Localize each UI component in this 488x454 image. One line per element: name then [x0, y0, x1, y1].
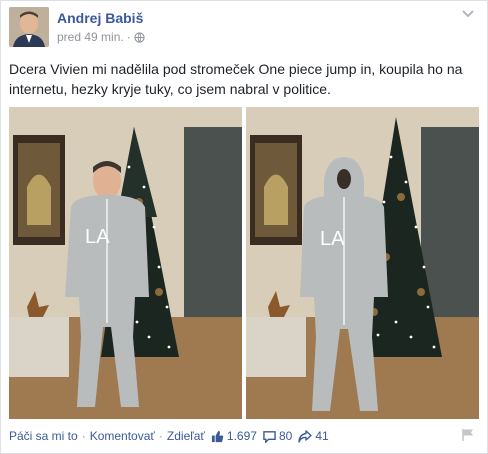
garment-logo-left: LA	[85, 226, 110, 248]
photo-left[interactable]: LA	[9, 107, 242, 419]
post-header: Andrej Babiš pred 49 min. ·	[9, 7, 479, 51]
garment-logo-right: LA	[320, 228, 345, 250]
author-name[interactable]: Andrej Babiš	[57, 10, 143, 26]
post-card: Andrej Babiš pred 49 min. · Dcera Vivien…	[0, 0, 488, 454]
photo-right[interactable]: LA	[246, 107, 479, 419]
meta-separator: ·	[126, 30, 131, 44]
comment-button[interactable]: Komentovať	[90, 429, 155, 443]
comments-count-value: 80	[278, 429, 293, 443]
shares-count[interactable]: 41	[298, 429, 329, 443]
thumbs-up-icon	[211, 430, 224, 442]
photo-grid: LA LA	[9, 107, 479, 419]
likes-count-value: 1.697	[226, 429, 257, 443]
action-separator: ·	[158, 429, 163, 443]
photo-right-image: LA	[246, 107, 479, 419]
post-timestamp[interactable]: pred 49 min.	[57, 30, 124, 44]
comments-count[interactable]: 80	[263, 429, 292, 443]
avatar-image	[9, 7, 49, 47]
shares-count-value: 41	[315, 429, 329, 443]
post-text: Dcera Vivien mi nadělila pod stromeček O…	[9, 61, 463, 97]
post-meta: pred 49 min. ·	[57, 30, 145, 44]
share-icon	[298, 429, 313, 443]
like-button[interactable]: Páči sa mi to	[9, 429, 78, 443]
globe-icon[interactable]	[134, 31, 145, 43]
flag-icon[interactable]	[461, 428, 475, 442]
author-avatar[interactable]	[9, 7, 49, 47]
post-actions: Páči sa mi to · Komentovať · Zdieľať 1.6…	[9, 425, 479, 447]
likes-count[interactable]: 1.697	[211, 429, 257, 443]
chevron-down-icon[interactable]	[461, 9, 475, 19]
comment-icon	[263, 430, 276, 443]
photo-left-image: LA	[9, 107, 242, 419]
action-separator: ·	[81, 429, 86, 443]
share-button[interactable]: Zdieľať	[167, 429, 205, 443]
